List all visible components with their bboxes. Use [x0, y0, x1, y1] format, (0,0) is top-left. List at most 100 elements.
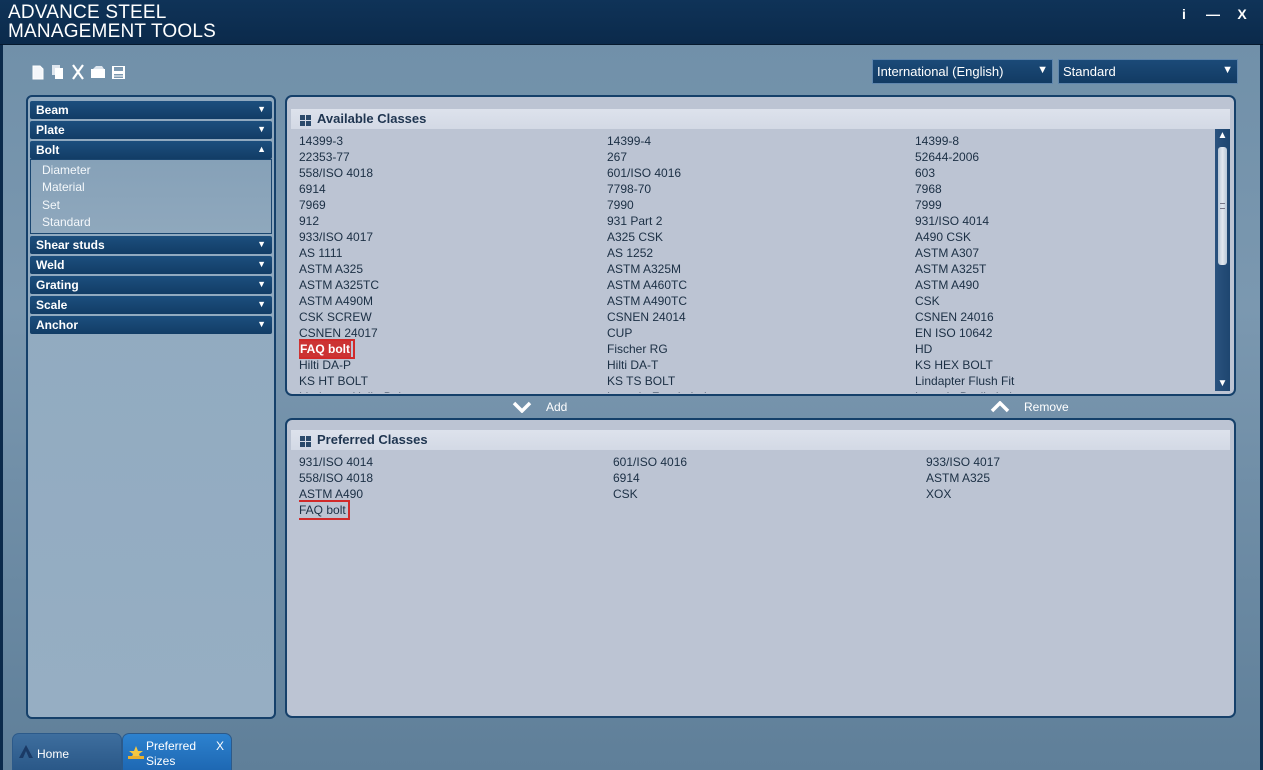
list-item[interactable]: CUP: [607, 325, 632, 341]
list-item[interactable]: AS 1111: [299, 245, 342, 261]
list-item[interactable]: 14399-4: [607, 133, 651, 149]
remove-button[interactable]: Remove: [990, 400, 1069, 414]
copy-icon[interactable]: [50, 63, 66, 81]
list-item[interactable]: 933/ISO 4017: [299, 229, 373, 245]
category-scale[interactable]: Scale ▼: [30, 296, 272, 315]
list-item[interactable]: CSK: [915, 293, 940, 309]
list-item[interactable]: 267: [607, 149, 627, 165]
category-weld[interactable]: Weld ▼: [30, 256, 272, 275]
list-item[interactable]: Lysaght Boxlin bolt: [915, 389, 1015, 393]
list-item[interactable]: 558/ISO 4018: [299, 470, 373, 486]
mode-select[interactable]: Standard ▼: [1058, 59, 1238, 84]
list-item[interactable]: AS 1252: [607, 245, 653, 261]
minimize-button[interactable]: —: [1203, 6, 1223, 22]
list-item[interactable]: ASTM A490M: [299, 293, 373, 309]
tab-preferred-sizes-label: Preferred Sizes: [146, 739, 196, 769]
list-item[interactable]: Lindapter Hollo-Bolt: [299, 389, 404, 393]
scroll-thumb[interactable]: [1218, 147, 1227, 265]
list-item[interactable]: 7990: [607, 197, 634, 213]
list-item[interactable]: CSNEN 24014: [607, 309, 686, 325]
chevron-down-icon: ▼: [257, 299, 266, 310]
list-item[interactable]: KS TS BOLT: [607, 373, 675, 389]
scroll-up-icon[interactable]: ▲: [1215, 129, 1230, 143]
list-item[interactable]: ASTM A490: [915, 277, 979, 293]
list-item[interactable]: KS HEX BOLT: [915, 357, 993, 373]
list-item[interactable]: 7968: [915, 181, 942, 197]
list-item[interactable]: 6914: [299, 181, 326, 197]
list-item[interactable]: ASTM A490: [299, 486, 363, 502]
tab-preferred-sizes[interactable]: Preferred Sizes X: [122, 733, 232, 770]
list-item[interactable]: HD: [915, 341, 932, 357]
list-item[interactable]: 931 Part 2: [607, 213, 662, 229]
list-item[interactable]: CSK SCREW: [299, 309, 372, 325]
language-select[interactable]: International (English) ▼: [872, 59, 1053, 84]
list-item[interactable]: ASTM A325T: [915, 261, 986, 277]
list-item[interactable]: 52644-2006: [915, 149, 979, 165]
title-bar: ADVANCE STEEL MANAGEMENT TOOLS i — X: [0, 0, 1263, 45]
list-item[interactable]: CSNEN 24016: [915, 309, 994, 325]
list-item[interactable]: ASTM A325: [926, 470, 990, 486]
info-button[interactable]: i: [1174, 6, 1194, 22]
category-shear-studs[interactable]: Shear studs ▼: [30, 236, 272, 255]
list-item[interactable]: ASTM A490TC: [607, 293, 687, 309]
category-bolt[interactable]: Bolt ▲: [30, 141, 272, 159]
list-item[interactable]: 558/ISO 4018: [299, 165, 373, 181]
list-item[interactable]: 14399-8: [915, 133, 959, 149]
list-item[interactable]: 931/ISO 4014: [299, 454, 373, 470]
list-item[interactable]: XOX: [926, 486, 951, 502]
list-item[interactable]: A325 CSK: [607, 229, 663, 245]
sidebar-item-material[interactable]: Material: [31, 179, 271, 196]
list-item[interactable]: 931/ISO 4014: [915, 213, 989, 229]
list-item[interactable]: EN ISO 10642: [915, 325, 992, 341]
sidebar-item-diameter[interactable]: Diameter: [31, 162, 271, 179]
cut-icon[interactable]: [70, 63, 86, 81]
save-icon[interactable]: [110, 63, 126, 81]
list-item[interactable]: ASTM A325TC: [299, 277, 379, 293]
list-item[interactable]: CSK: [613, 486, 638, 502]
list-item[interactable]: ASTM A460TC: [607, 277, 687, 293]
list-item[interactable]: 933/ISO 4017: [926, 454, 1000, 470]
list-item[interactable]: 601/ISO 4016: [607, 165, 681, 181]
sidebar-item-standard[interactable]: Standard: [31, 214, 271, 231]
list-item[interactable]: 22353-77: [299, 149, 350, 165]
list-item[interactable]: ASTM A325: [299, 261, 363, 277]
tab-home[interactable]: Home: [12, 733, 122, 770]
list-item[interactable]: 912: [299, 213, 319, 229]
new-icon[interactable]: [30, 63, 46, 81]
list-item[interactable]: Lysaght Fazsin bolt: [607, 389, 710, 393]
mode-select-value: Standard: [1063, 64, 1116, 79]
close-tab-button[interactable]: X: [216, 739, 224, 753]
category-grating[interactable]: Grating ▼: [30, 276, 272, 295]
list-item[interactable]: 603: [915, 165, 935, 181]
list-item[interactable]: 7969: [299, 197, 326, 213]
category-anchor[interactable]: Anchor ▼: [30, 316, 272, 335]
list-item[interactable]: Hilti DA-T: [607, 357, 658, 373]
add-button[interactable]: Add: [512, 400, 567, 414]
category-plate[interactable]: Plate ▼: [30, 121, 272, 139]
paste-icon[interactable]: [90, 63, 106, 81]
category-beam[interactable]: Beam ▼: [30, 101, 272, 119]
list-item[interactable]: ASTM A325M: [607, 261, 681, 277]
list-item[interactable]: FAQ bolt: [299, 502, 346, 518]
scroll-down-icon[interactable]: ▼: [1215, 377, 1230, 391]
chevron-down-icon: ▼: [257, 319, 266, 330]
list-item[interactable]: 7999: [915, 197, 942, 213]
list-item[interactable]: Lindapter Flush Fit: [915, 373, 1014, 389]
list-item[interactable]: FAQ bolt: [299, 341, 351, 357]
list-item[interactable]: KS HT BOLT: [299, 373, 368, 389]
list-item[interactable]: 601/ISO 4016: [613, 454, 687, 470]
list-item[interactable]: 6914: [613, 470, 640, 486]
available-scrollbar[interactable]: ▲ ▼: [1215, 129, 1230, 391]
list-item[interactable]: 14399-3: [299, 133, 343, 149]
list-item[interactable]: A490 CSK: [915, 229, 971, 245]
close-window-button[interactable]: X: [1232, 6, 1252, 22]
list-item[interactable]: Hilti DA-P: [299, 357, 351, 373]
sidebar-item-set[interactable]: Set: [31, 197, 271, 214]
list-item[interactable]: ASTM A307: [915, 245, 979, 261]
list-item[interactable]: Fischer RG: [607, 341, 668, 357]
list-item[interactable]: CSNEN 24017: [299, 325, 378, 341]
list-item[interactable]: 7798-70: [607, 181, 651, 197]
preferred-sizes-icon: [128, 746, 144, 763]
tab-home-label: Home: [37, 747, 70, 761]
available-classes-title: Available Classes: [317, 111, 427, 126]
